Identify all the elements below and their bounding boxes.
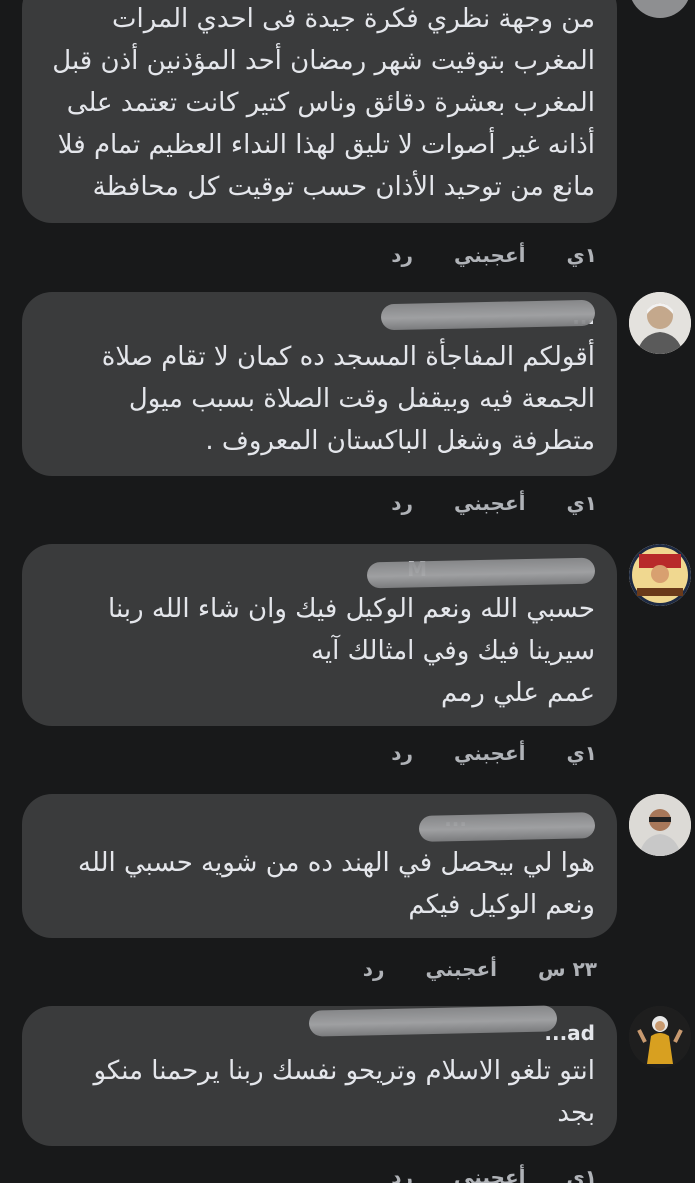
reply-button[interactable]: رد [391,738,413,768]
person-photo-icon [629,292,691,354]
comment-time[interactable]: ١ي [566,738,597,768]
like-button[interactable]: أعجبني [454,240,526,270]
comment-time[interactable]: ٢٣ س [538,954,597,984]
comment-actions: ١ي أعجبني رد [357,488,597,518]
avatar[interactable] [629,1006,691,1068]
avatar[interactable] [629,544,691,606]
redaction-mark [418,812,596,842]
like-button[interactable]: أعجبني [426,954,498,984]
comment-time[interactable]: ١ي [566,488,597,518]
reply-button[interactable]: رد [391,488,413,518]
comment-actions: ١ي أعجبني رد [357,240,597,270]
comment-bubble: ...ad انتو تلغو الاسلام وتريحو نفسك ربنا… [22,1005,617,1146]
comment-actions: ٢٣ س أعجبني رد [329,954,597,984]
like-button[interactable]: أعجبني [454,1162,526,1183]
comment-text: حسبي الله ونعم الوكيل فيك وان شاء الله ر… [108,594,595,708]
like-button[interactable]: أعجبني [454,488,526,518]
like-button[interactable]: أعجبني [454,738,526,768]
avatar-partial[interactable] [629,0,691,18]
person-photo-icon [629,1006,691,1068]
redaction-mark [366,557,596,589]
comment-text: هوا لي بيحصل في الهند ده من شويه حسبي ال… [78,848,595,920]
reply-button[interactable]: رد [391,1162,413,1183]
reply-button[interactable]: رد [363,954,385,984]
avatar[interactable] [629,292,691,354]
comment-time[interactable]: ١ي [566,1162,597,1183]
comment-bubble: ... أقولكم المفاجأة المسجد ده كمان لا تق… [22,292,617,476]
redaction-mark [380,299,596,331]
person-photo-icon [629,794,691,856]
comment-actions: ١ي أعجبني رد [357,738,597,768]
comment-bubble: M حسبي الله ونعم الوكيل فيك وان شاء الله… [22,544,617,726]
comment-time[interactable]: ١ي [566,240,597,270]
comment-text: انتو تلغو الاسلام وتريحو نفسك ربنا يرحمن… [93,1056,595,1128]
comment-text: أقولكم المفاجأة المسجد ده كمان لا تقام ص… [101,342,595,456]
comment-actions: ١ي أعجبني رد [357,1162,597,1183]
redaction-mark [308,1005,558,1037]
comment-bubble: ... هوا لي بيحصل في الهند ده من شويه حسب… [22,794,617,938]
reply-button[interactable]: رد [391,240,413,270]
comment-bubble: من وجهة نظري فكرة جيدة فى احدي المرات ال… [22,0,617,223]
avatar[interactable] [629,794,691,856]
comment-text: من وجهة نظري فكرة جيدة فى احدي المرات ال… [52,4,595,202]
profile-badge-icon [629,544,691,606]
